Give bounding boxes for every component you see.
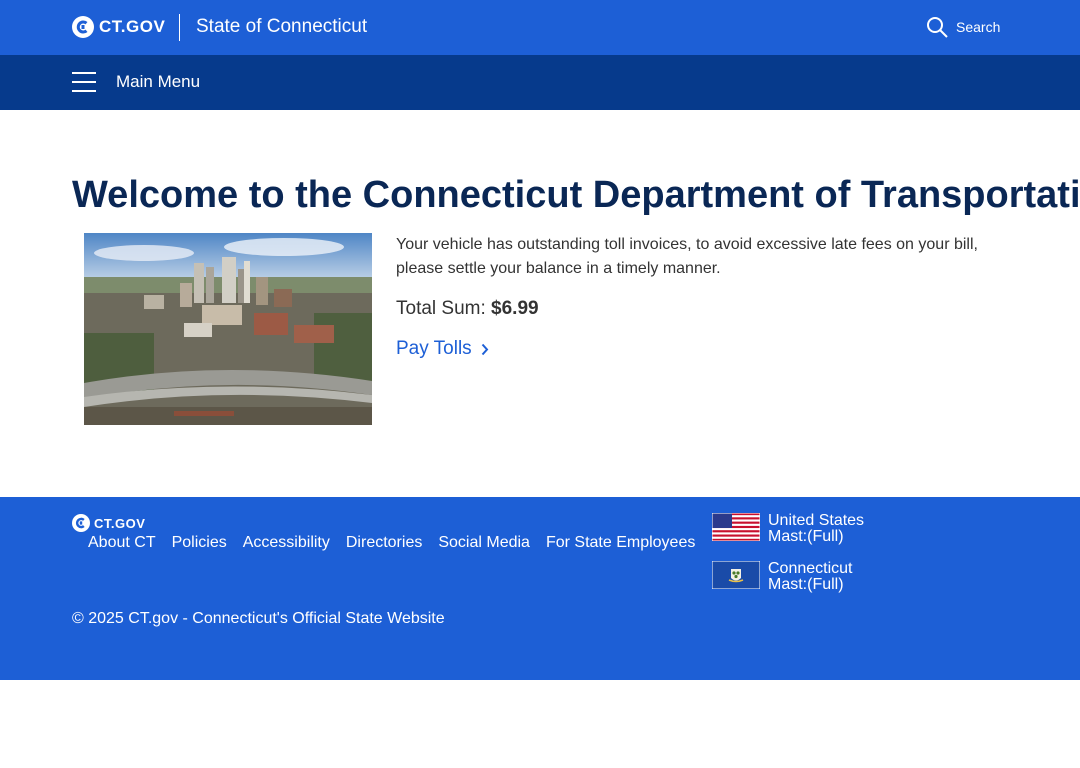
total-sum-label: Total Sum: [396, 298, 492, 319]
footer-link-directories[interactable]: Directories [346, 534, 422, 552]
top-bar: CT.GOV State of Connecticut Search [0, 0, 1080, 55]
ct-flag-label: Connecticut Mast:(Full) [768, 561, 853, 593]
ct-logo-icon [72, 514, 90, 532]
us-flag-mast: Mast:(Full) [768, 528, 844, 545]
chevron-right-icon [481, 343, 489, 355]
search-label: Search [956, 19, 1001, 35]
header-divider [179, 14, 180, 41]
pay-tolls-link[interactable]: Pay Tolls [396, 338, 489, 360]
footer-logo-text: CT.GOV [94, 515, 146, 531]
footer-link-about-ct[interactable]: About CT [88, 534, 156, 552]
footer-link-accessibility[interactable]: Accessibility [243, 534, 330, 552]
ct-gov-logo[interactable]: CT.GOV [72, 16, 165, 38]
footer-link-social-media[interactable]: Social Media [438, 534, 530, 552]
total-sum-amount: $6.99 [491, 298, 539, 319]
ct-flag-mast: Mast:(Full) [768, 576, 844, 593]
pay-tolls-label: Pay Tolls [396, 338, 472, 359]
us-flag-status[interactable]: United States Mast:(Full) [712, 513, 864, 545]
ct-flag-status[interactable]: Connecticut Mast:(Full) [712, 561, 853, 593]
total-sum: Total Sum: $6.99 [396, 298, 539, 320]
ct-flag-name: Connecticut [768, 560, 853, 577]
footer-link-state-employees[interactable]: For State Employees [546, 534, 695, 552]
us-flag-label: United States Mast:(Full) [768, 513, 864, 545]
search-button[interactable]: Search [926, 16, 1000, 38]
site-footer: CT.GOV About CT Policies Accessibility D… [0, 497, 1080, 680]
state-title[interactable]: State of Connecticut [196, 16, 367, 38]
us-flag-name: United States [768, 512, 865, 529]
menu-bar: Main Menu [0, 55, 1080, 110]
ct-logo-icon [72, 16, 94, 38]
logo-text: CT.GOV [99, 17, 166, 36]
copyright-text: © 2025 CT.gov - Connecticut's Official S… [72, 610, 445, 627]
main-menu-button[interactable]: Main Menu [116, 72, 200, 92]
toll-notice-text: Your vehicle has outstanding toll invoic… [396, 236, 978, 277]
hamburger-icon[interactable] [72, 72, 96, 92]
footer-links: About CT Policies Accessibility Director… [88, 534, 711, 552]
us-flag-icon [712, 513, 760, 541]
city-aerial-image [84, 233, 372, 425]
page-title: Welcome to the Connecticut Department of… [72, 174, 1080, 216]
footer-link-policies[interactable]: Policies [172, 534, 227, 552]
search-icon [927, 17, 948, 38]
footer-ct-gov-logo[interactable]: CT.GOV [72, 514, 145, 532]
connecticut-flag-icon [712, 561, 760, 589]
